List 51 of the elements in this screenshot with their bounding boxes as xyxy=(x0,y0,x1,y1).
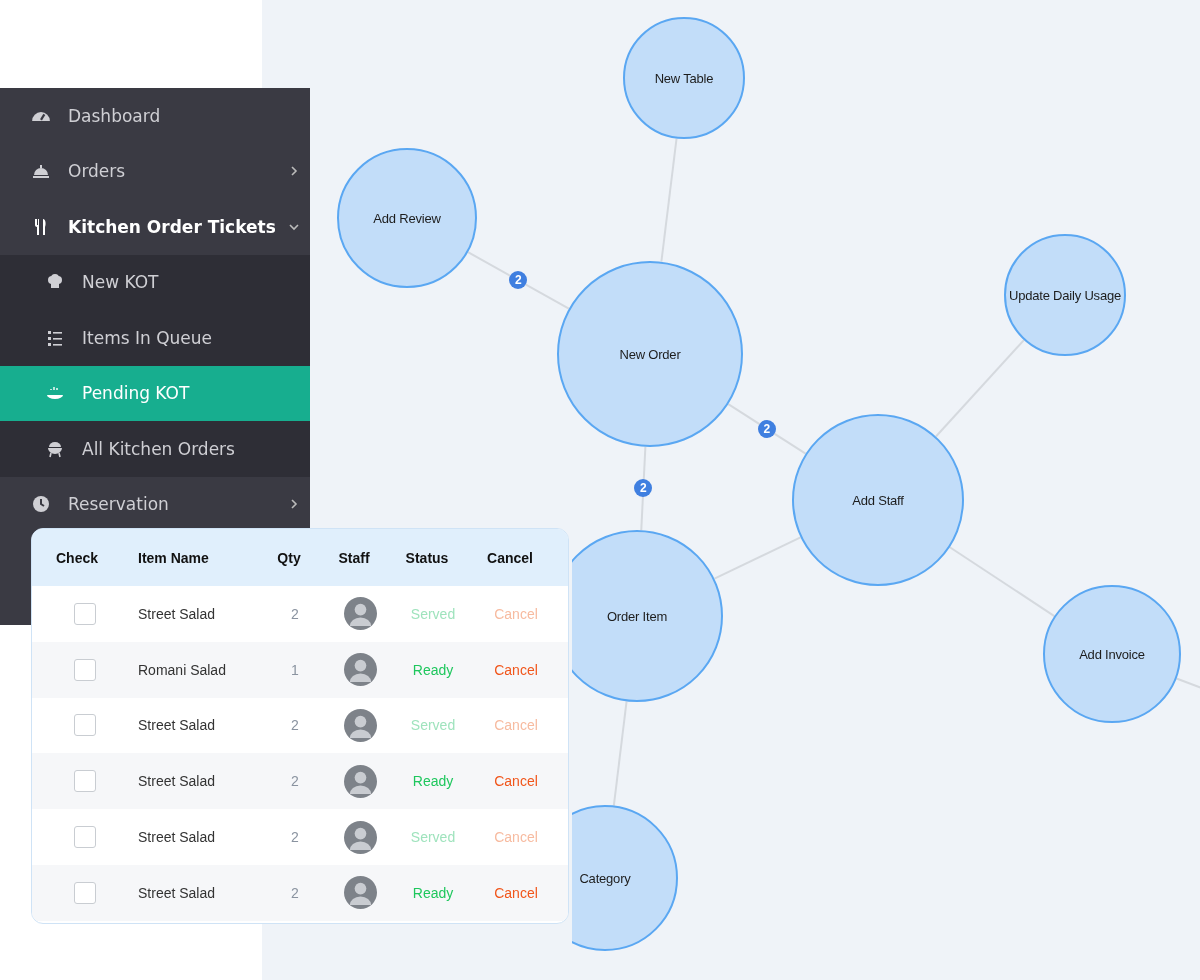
avatar-icon xyxy=(343,653,377,687)
item-name: Street Salad xyxy=(138,773,217,790)
avatar-icon xyxy=(343,764,377,798)
avatar-icon xyxy=(343,709,377,742)
diagram-node[interactable]: Order Item xyxy=(572,530,723,702)
status-text: Ready xyxy=(411,884,455,901)
column-header: Staff xyxy=(337,549,371,566)
chevron-right-icon xyxy=(288,498,300,511)
item-name: Street Salad xyxy=(138,605,217,622)
checkbox[interactable] xyxy=(74,658,96,681)
item-name: Romani Salad xyxy=(138,661,227,678)
column-header: Item Name xyxy=(137,549,210,566)
count-badge: 2 xyxy=(634,479,653,498)
column-header: Check xyxy=(55,549,100,566)
status-text: Ready xyxy=(411,773,455,790)
diagram-node[interactable]: Add Review xyxy=(337,148,477,288)
status-text: Served xyxy=(409,605,457,622)
status-text: Served xyxy=(409,829,457,846)
status-text: Ready xyxy=(411,661,455,678)
sidebar-subitem[interactable]: All Kitchen Orders xyxy=(0,421,310,477)
count-badge: 2 xyxy=(757,419,776,438)
item-name: Street Salad xyxy=(138,829,217,846)
avatar-icon xyxy=(343,597,377,631)
diagram-node[interactable]: Update Daily Usage xyxy=(1004,234,1126,356)
gauge-icon xyxy=(32,110,50,121)
sidebar-subitem[interactable]: New KOT xyxy=(0,254,310,310)
chevron-right-icon xyxy=(288,165,300,178)
clock-icon xyxy=(31,494,51,515)
column-header: Status xyxy=(404,549,450,566)
item-name: Street Salad xyxy=(138,884,217,901)
diagram-node[interactable]: New Order xyxy=(557,261,743,447)
avatar-icon xyxy=(343,876,377,910)
quantity: 2 xyxy=(290,884,300,901)
column-header: Cancel xyxy=(486,549,534,566)
checkbox[interactable] xyxy=(74,770,96,793)
quantity: 1 xyxy=(290,661,300,678)
diagram-node[interactable]: Add Invoice xyxy=(1043,585,1181,723)
checkbox[interactable] xyxy=(74,881,96,904)
diagram-node[interactable]: New Table xyxy=(623,17,745,139)
sidebar-subitem[interactable]: Items In Queue xyxy=(0,310,310,366)
item-name: Street Salad xyxy=(138,717,217,734)
quantity: 2 xyxy=(290,717,300,734)
quantity: 2 xyxy=(290,829,300,846)
diagram-node[interactable]: Category xyxy=(572,805,678,951)
status-text: Served xyxy=(409,717,457,734)
diagram-node[interactable]: Add Staff xyxy=(792,414,964,586)
avatar-icon xyxy=(343,820,377,854)
column-header: Qty xyxy=(276,549,302,566)
count-badge: 2 xyxy=(509,271,528,290)
quantity: 2 xyxy=(290,773,300,790)
quantity: 2 xyxy=(290,605,300,622)
